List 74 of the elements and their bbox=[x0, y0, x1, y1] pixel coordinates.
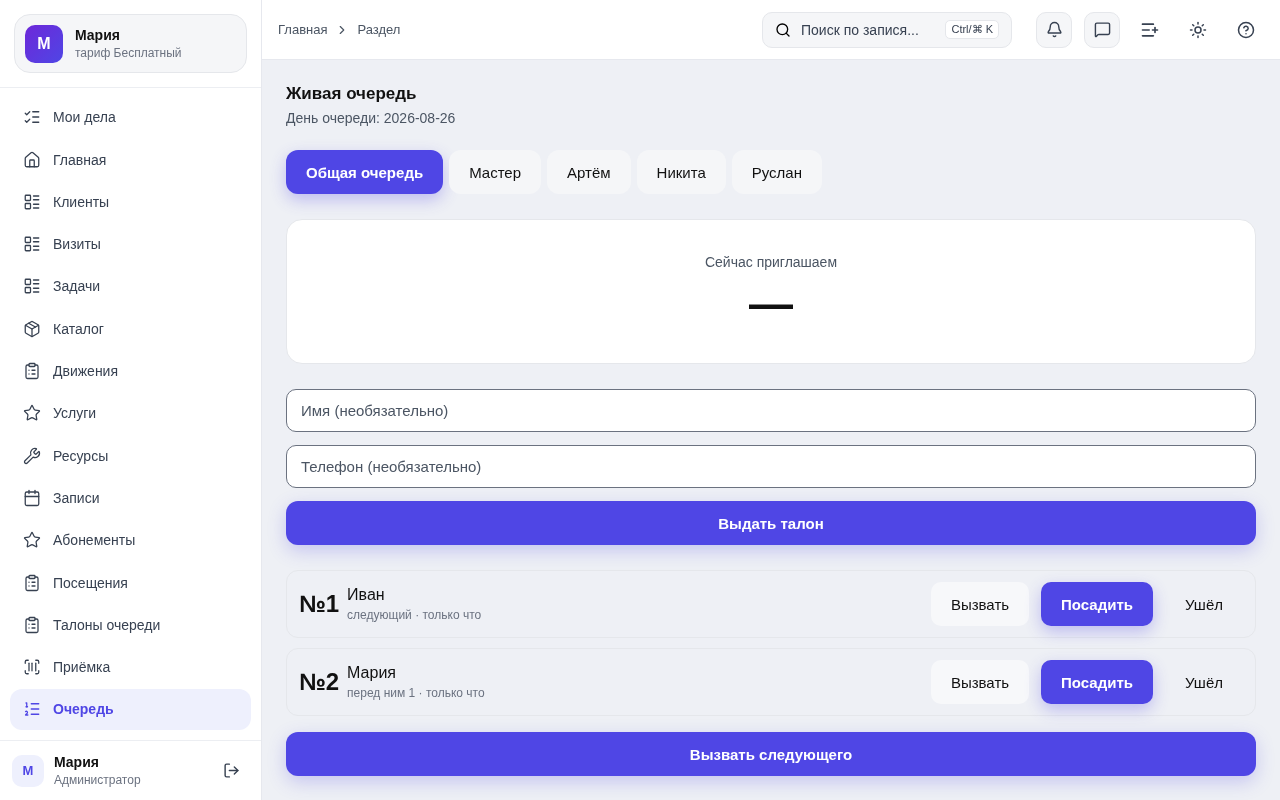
search-box[interactable]: Поиск по запися... Ctrl/⌘ K bbox=[762, 11, 1012, 48]
wrench-icon bbox=[23, 446, 41, 465]
list-icon bbox=[23, 235, 41, 254]
shortcut-hint: Ctrl/⌘ K bbox=[945, 20, 999, 39]
user-role: Администратор bbox=[54, 773, 142, 787]
search-icon bbox=[775, 21, 791, 38]
page-subtitle: День очереди: 2026-08-26 bbox=[286, 110, 457, 126]
calendar-icon bbox=[23, 488, 41, 507]
profile-name: Мария bbox=[75, 27, 121, 43]
bell-icon bbox=[1045, 21, 1063, 38]
sidebar-item[interactable]: Ресурсы bbox=[10, 435, 251, 476]
tab[interactable]: Руслан bbox=[731, 150, 822, 194]
seat-button[interactable]: Посадить bbox=[1041, 582, 1153, 626]
sidebar-item[interactable]: Каталог bbox=[10, 308, 251, 349]
scan-icon bbox=[23, 658, 41, 677]
call-button[interactable]: Вызвать bbox=[930, 660, 1030, 704]
ticket-meta: следующий · только что bbox=[347, 608, 483, 622]
name-field[interactable]: Имя (необязательно) bbox=[286, 389, 1256, 432]
clipboard-icon bbox=[23, 362, 41, 381]
clipboard-icon bbox=[23, 615, 41, 634]
sidebar-item[interactable]: Посещения bbox=[10, 562, 251, 603]
help-icon bbox=[1237, 20, 1255, 39]
left-button[interactable]: Ушёл bbox=[1165, 582, 1243, 626]
sidebar-item[interactable]: Записи bbox=[10, 477, 251, 519]
phone-field[interactable]: Телефон (необязательно) bbox=[286, 445, 1256, 488]
list-icon bbox=[23, 277, 41, 296]
sidebar-item[interactable]: Талоны очереди bbox=[10, 604, 251, 646]
current-label: Сейчас приглашаем bbox=[704, 254, 838, 270]
ticket-name: Иван bbox=[347, 586, 386, 604]
left-button[interactable]: Ушёл bbox=[1165, 660, 1243, 704]
messages-button[interactable] bbox=[1084, 11, 1120, 48]
sidebar-item[interactable]: Абонементы bbox=[10, 519, 251, 561]
notifications-button[interactable] bbox=[1036, 11, 1072, 48]
user-name: Мария bbox=[54, 754, 100, 770]
call-next-button[interactable]: Вызвать следующего bbox=[286, 732, 1256, 776]
star-icon bbox=[23, 531, 41, 550]
issue-ticket-button[interactable]: Выдать талон bbox=[286, 501, 1256, 545]
breadcrumb-link[interactable]: Раздел bbox=[357, 22, 401, 37]
sidebar-item[interactable]: Клиенты bbox=[10, 181, 251, 223]
call-button[interactable]: Вызвать bbox=[930, 582, 1030, 626]
sidebar-item[interactable]: Услуги bbox=[10, 393, 251, 434]
plan-label: тариф Бесплатный bbox=[75, 46, 182, 60]
current-number: — bbox=[749, 282, 793, 326]
box-icon bbox=[23, 319, 41, 338]
sun-icon bbox=[1189, 20, 1207, 39]
sidebar-item[interactable]: Приёмка bbox=[10, 646, 251, 688]
ticket-number: №1 bbox=[299, 590, 340, 618]
ticket-name: Мария bbox=[347, 664, 397, 682]
tab[interactable]: Никита bbox=[636, 150, 726, 194]
avatar: М bbox=[25, 24, 63, 63]
tab[interactable]: Общая очередь bbox=[286, 150, 444, 194]
profile-card[interactable]: М Мария тариф Бесплатный bbox=[14, 14, 247, 73]
search-field[interactable]: Поиск по запися... bbox=[799, 20, 938, 39]
clipboard-icon bbox=[23, 573, 41, 592]
ticket-meta: перед ним 1 · только что bbox=[347, 686, 486, 700]
chat-icon bbox=[1093, 21, 1111, 38]
sidebar-item[interactable]: Движения bbox=[10, 350, 251, 392]
logout-icon bbox=[222, 762, 240, 779]
sidebar-item[interactable]: Визиты bbox=[10, 223, 251, 265]
sidebar-item[interactable]: Задачи bbox=[10, 266, 251, 307]
sidebar-item[interactable]: Очередь bbox=[10, 689, 251, 730]
star-icon bbox=[23, 404, 41, 423]
tab[interactable]: Артём bbox=[547, 150, 631, 194]
ticket-number: №2 bbox=[299, 668, 340, 696]
sidebar-item[interactable]: Главная bbox=[10, 139, 251, 180]
list-icon bbox=[23, 192, 41, 211]
sidebar-item[interactable]: Мои дела bbox=[10, 97, 251, 138]
breadcrumb-link[interactable]: Главная bbox=[278, 22, 328, 37]
avatar: М bbox=[12, 754, 44, 787]
page-title: Живая очередь bbox=[286, 84, 418, 104]
seat-button[interactable]: Посадить bbox=[1041, 660, 1153, 704]
home-icon bbox=[23, 150, 41, 169]
tab[interactable]: Мастер bbox=[449, 150, 542, 194]
numbered-list-icon bbox=[23, 700, 41, 719]
